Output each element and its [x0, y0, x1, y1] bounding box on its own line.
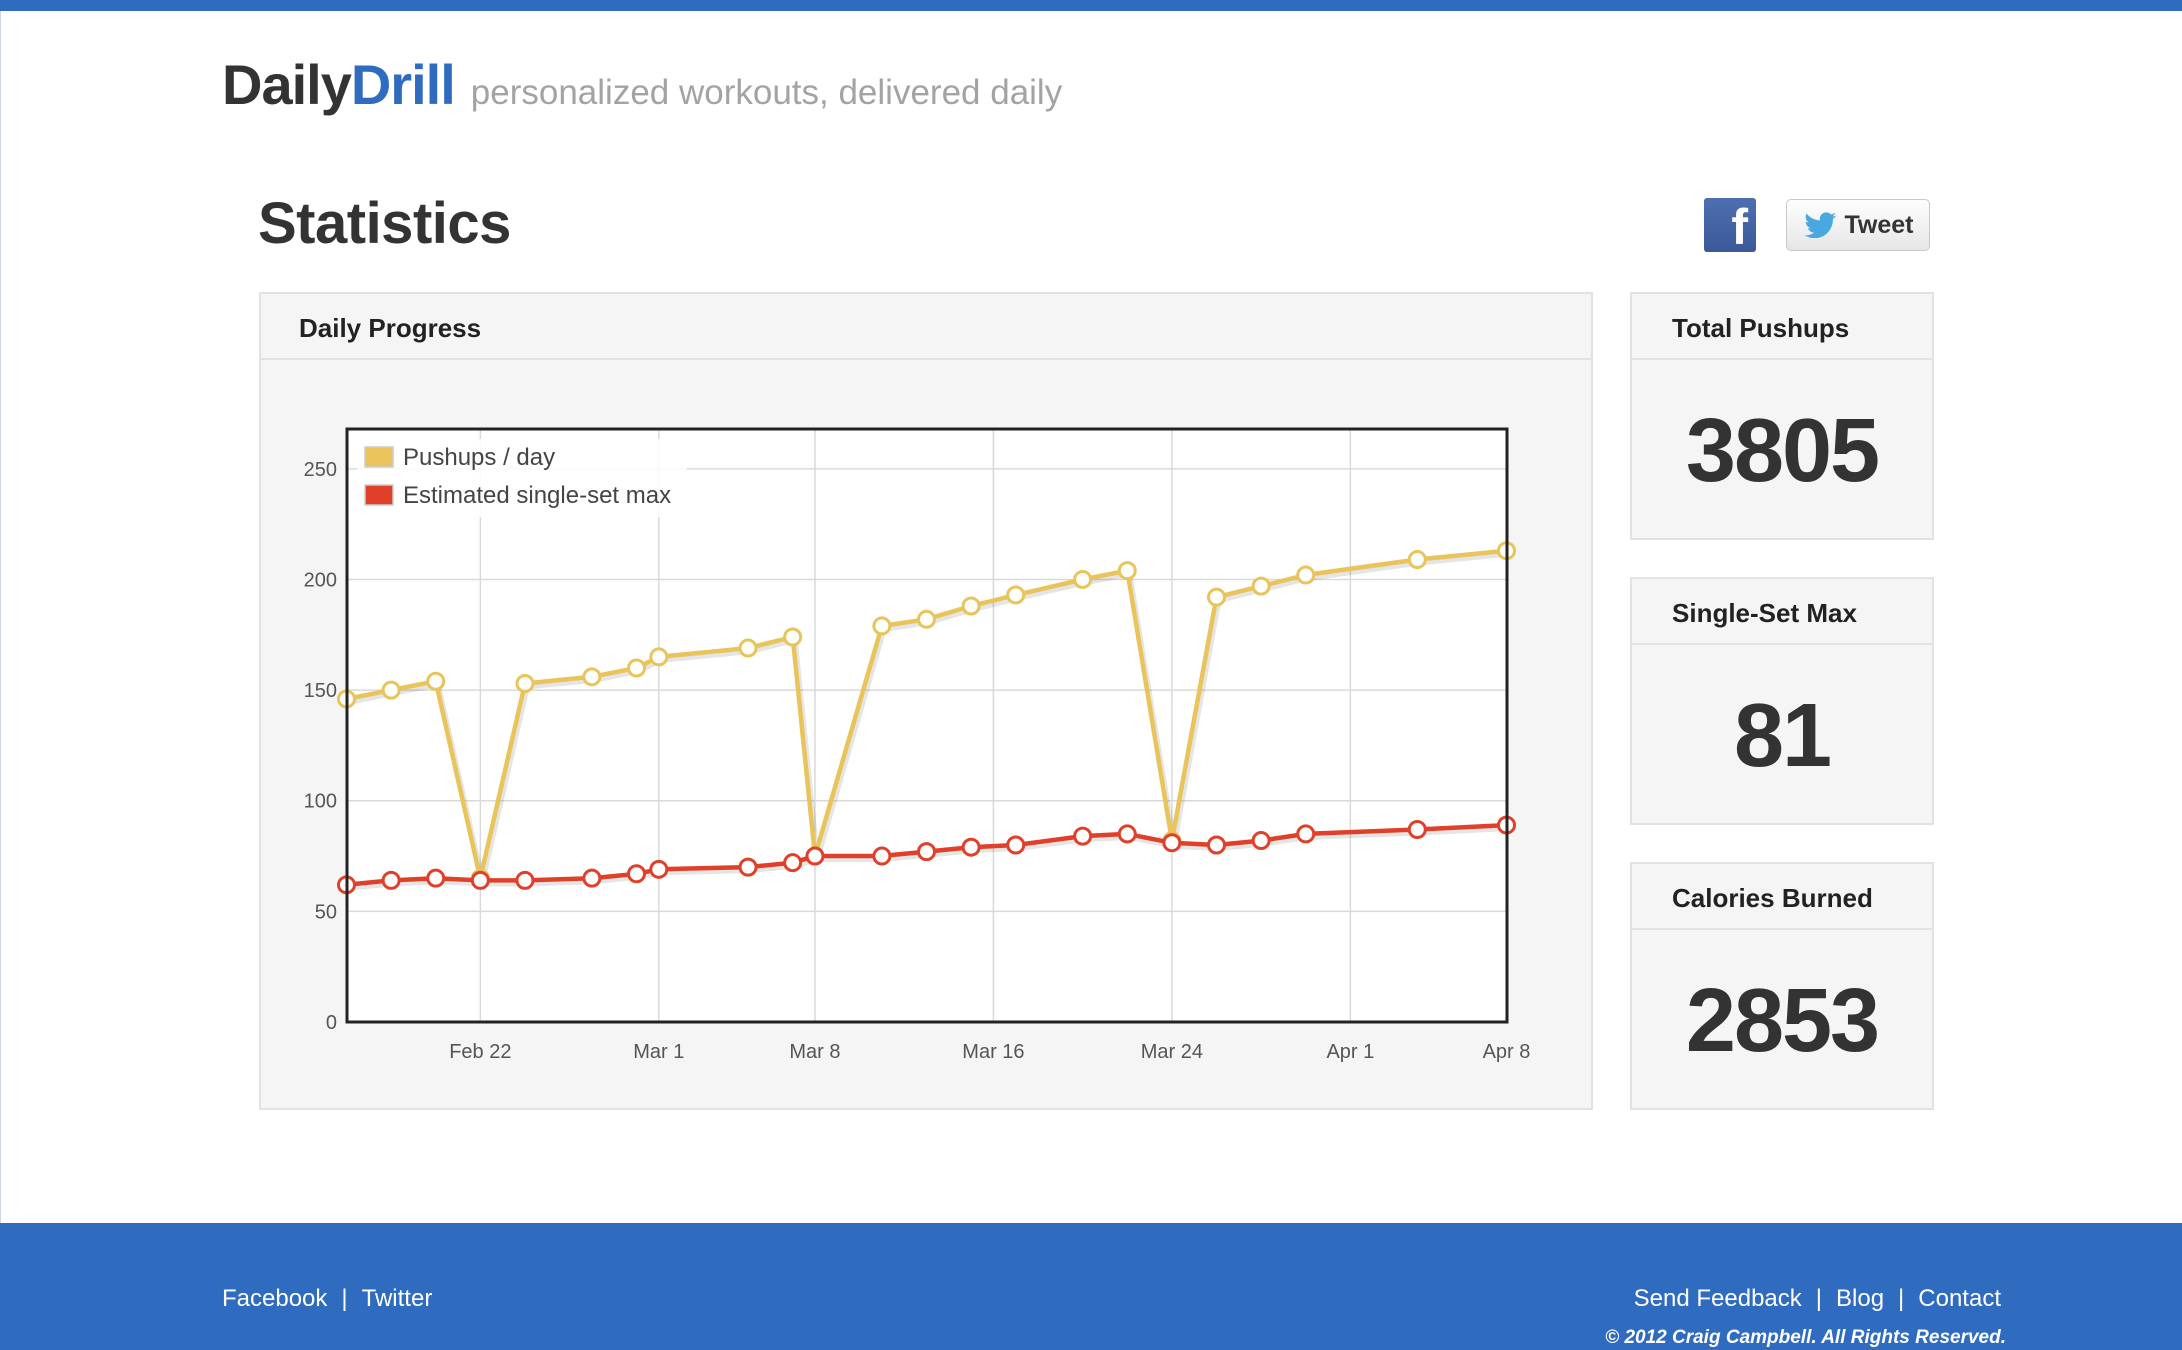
page-title: Statistics [258, 191, 511, 256]
data-point [961, 596, 981, 616]
facebook-share-button[interactable]: f [1704, 198, 1756, 255]
calories-burned-panel: Calories Burned 2853 [1630, 862, 1934, 1110]
footer-separator: | [1898, 1285, 1905, 1312]
data-point [783, 853, 803, 873]
footer-link-twitter[interactable]: Twitter [362, 1285, 433, 1312]
footer-link-contact[interactable]: Contact [1918, 1285, 2001, 1312]
y-tick-label: 250 [304, 459, 337, 481]
legend-label: Estimated single-set max [403, 482, 671, 509]
data-point [381, 870, 401, 890]
data-point [582, 868, 602, 888]
x-tick-label: Apr 1 [1326, 1041, 1374, 1063]
footer-separator: | [341, 1285, 348, 1312]
x-tick-label: Feb 22 [449, 1041, 511, 1063]
data-point [1207, 835, 1226, 855]
stat-label: Calories Burned [1672, 883, 1873, 913]
x-tick-label: Mar 16 [962, 1041, 1024, 1063]
stat-header: Total Pushups [1632, 294, 1932, 360]
data-point [1073, 569, 1093, 589]
data-point [381, 680, 401, 700]
footer-separator: | [1815, 1285, 1822, 1312]
logo-drill: Drill [350, 53, 456, 116]
stat-label: Total Pushups [1672, 313, 1850, 343]
data-point [872, 616, 892, 636]
x-tick-label: Apr 8 [1483, 1041, 1531, 1063]
data-point [1407, 819, 1427, 839]
footer-link-blog[interactable]: Blog [1836, 1285, 1884, 1312]
daily-progress-chart: 0 50 100 150 200 250 Feb 22 Mar 1 Mar 8 Mar 16 Mar… [304, 427, 1531, 1063]
y-tick-label: 200 [304, 569, 337, 591]
data-point [627, 658, 646, 678]
data-point [1207, 587, 1226, 607]
logo-daily: Daily [222, 53, 352, 116]
data-point [1117, 824, 1137, 844]
data-point [872, 846, 892, 866]
data-point [1296, 824, 1316, 844]
y-tick-label: 50 [315, 901, 337, 923]
facebook-icon: f [1731, 199, 1748, 255]
data-point [582, 667, 602, 687]
data-point [426, 868, 446, 888]
tweet-label: Tweet [1844, 210, 1914, 239]
data-point [1073, 826, 1093, 846]
page-edge-line [0, 11, 1, 1223]
stat-value: 81 [1733, 686, 1832, 786]
site-logo[interactable]: DailyDrill personalized workouts, deliver… [222, 52, 1062, 117]
data-point [649, 647, 669, 667]
stat-value: 2853 [1685, 971, 1880, 1071]
x-tick-label: Mar 24 [1141, 1041, 1203, 1063]
data-point [1407, 550, 1427, 570]
y-tick-label: 0 [326, 1012, 337, 1034]
legend-swatch [364, 484, 394, 506]
data-point [1117, 561, 1137, 581]
data-point [1296, 565, 1316, 585]
data-point [738, 638, 758, 658]
site-footer: Facebook | Twitter Send Feedback | Blog | Cont… [0, 1223, 2182, 1350]
data-point [1006, 585, 1026, 605]
daily-progress-panel: Daily Progress 0 50 100 150 200 250 Feb 22 Mar … [259, 292, 1593, 1110]
tweet-button[interactable]: Tweet [1786, 199, 1930, 251]
data-point [1006, 835, 1026, 855]
x-tick-label: Mar 8 [789, 1041, 840, 1063]
data-point [515, 673, 535, 693]
data-point [649, 859, 669, 879]
data-point [1162, 833, 1182, 853]
data-point [627, 864, 646, 884]
legend-label: Pushups / day [403, 444, 555, 471]
footer-social-links: Facebook | Twitter [222, 1285, 432, 1313]
stat-label: Single-Set Max [1672, 598, 1857, 628]
footer-link-facebook[interactable]: Facebook [222, 1285, 327, 1312]
x-tick-label: Mar 1 [633, 1041, 684, 1063]
data-point [515, 870, 535, 890]
total-pushups-panel: Total Pushups 3805 [1630, 292, 1934, 540]
footer-link-send-feedback[interactable]: Send Feedback [1634, 1285, 1802, 1312]
data-point [1251, 831, 1271, 851]
stat-value: 3805 [1685, 401, 1880, 501]
twitter-bird-icon [1803, 212, 1836, 238]
data-point [805, 846, 825, 866]
data-point [917, 609, 936, 629]
data-point [917, 842, 936, 862]
data-point [961, 837, 981, 857]
stat-header: Single-Set Max [1632, 579, 1932, 645]
data-point [783, 627, 803, 647]
data-point [1251, 576, 1271, 596]
top-accent-bar [0, 0, 2182, 11]
y-tick-label: 100 [304, 791, 337, 813]
footer-copyright: © 2012 Craig Campbell. All Rights Reserv… [1605, 1327, 2006, 1348]
legend-swatch [364, 446, 394, 468]
data-point [426, 671, 446, 691]
data-point [470, 870, 490, 890]
footer-site-links: Send Feedback | Blog | Contact [1634, 1285, 2001, 1313]
data-point [738, 857, 758, 877]
single-set-max-panel: Single-Set Max 81 [1630, 577, 1934, 825]
logo-wordmark: DailyDrill [222, 53, 456, 116]
y-tick-label: 150 [304, 680, 337, 702]
stat-header: Calories Burned [1632, 864, 1932, 930]
site-tagline: personalized workouts, delivered daily [470, 73, 1063, 112]
chart-legend: Pushups / day Estimated single-set max [357, 439, 687, 517]
